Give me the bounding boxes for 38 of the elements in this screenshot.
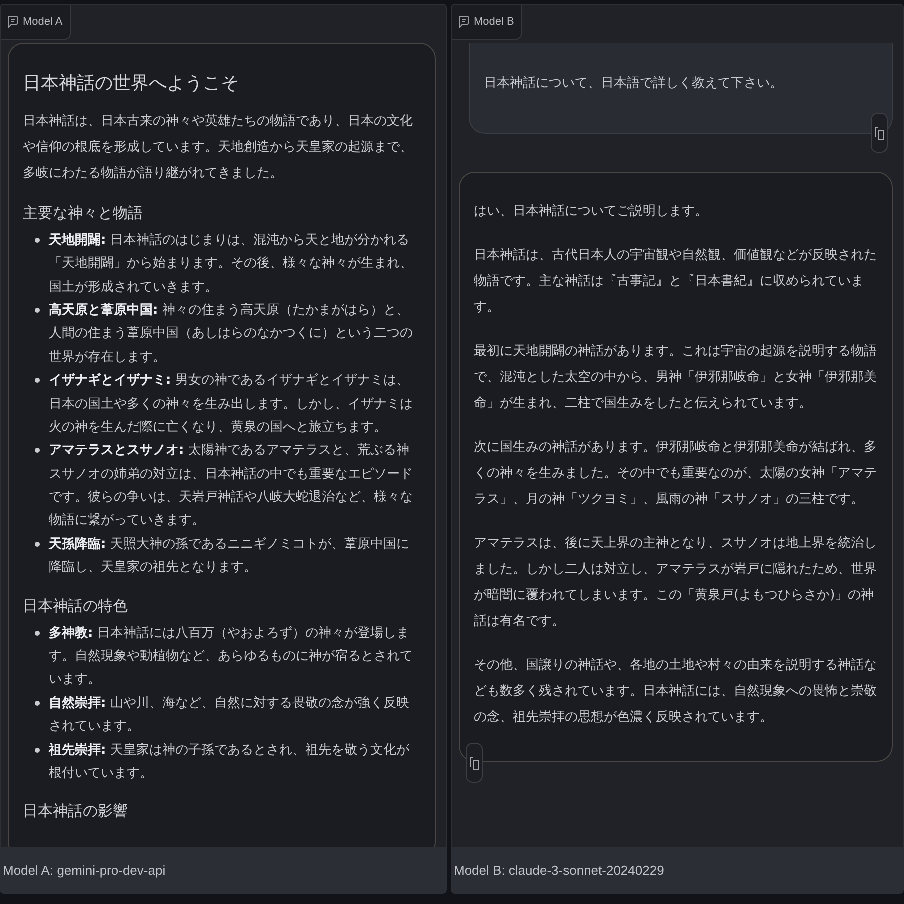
- list-item-text: アマテラスとスサノオ: 太陽神であるアマテラスと、荒ぶる神スサノオの姉弟の対立は、日本神話の中でも重要なエピソードです。彼らの争いは、天岩戸神話や八岐大蛇退治など、様々な物語に繋がっていきます。: [49, 442, 414, 530]
- message-paragraph: 最初に天地開闢の神話があります。これは宇宙の起源を説明する物語で、混沌とした太空の中から、男神「伊邪那岐命」と女神「伊邪那美命」が生まれ、二柱で国生みをしたと伝えられています。: [474, 343, 878, 413]
- message-paragraph: アマテラスは、後に天上界の主神となり、スサノオは地上界を統治しました。しかし二人は対立し、アマテラスが岩戸に隠れたため、世界が暗闇に覆われてしまいます。この「黄泉戸(よもつひらさか)」の神話は有名です。: [474, 535, 878, 631]
- label-text: Model B: [474, 16, 514, 28]
- model-name-text: Model A: gemini-pro-dev-api: [3, 862, 166, 878]
- chat-icon: [459, 16, 469, 28]
- message-heading: 日本神話の世界へようこそ: [23, 72, 240, 96]
- bullet-icon: [35, 308, 40, 313]
- copy-button[interactable]: [871, 113, 888, 153]
- bullet-icon: [35, 700, 40, 706]
- copy-button[interactable]: [466, 743, 483, 783]
- message-paragraph: 日本神話について、日本語で詳しく教えて下さい。: [484, 75, 784, 93]
- message-paragraph: はい、日本神話についてご説明します。: [474, 203, 709, 221]
- list-item-text: 多神教: 日本神話には八百万（やおよろず）の神々が登場します。自然現象や動植物など、あらゆるものに神が宿るとされています。: [49, 624, 414, 690]
- section-heading: 日本神話の特色: [23, 596, 129, 617]
- model-name-text: Model B: claude-3-sonnet-20240229: [454, 862, 664, 878]
- copy-icon: [470, 756, 479, 770]
- bullet-icon: [35, 378, 40, 384]
- copy-icon: [875, 126, 884, 140]
- message-paragraph: 次に国生みの神話があります。伊邪那岐命と伊邪那美命が結ばれ、多くの神々を生みました。その中でも重要なのが、太陽の女神「アマテラス」、月の神「ツクヨミ」、風雨の神「スサノオ」の三柱です。: [474, 439, 878, 509]
- list-item-text: 天孫降臨: 天照大神の孫であるニニギノミコトが、葦原中国に降臨し、天皇家の祖先となります。: [49, 536, 410, 578]
- chat-icon: [8, 16, 18, 28]
- list-item-text: 自然崇拝: 山や川、海など、自然に対する畏敬の念が強く反映されています。: [49, 694, 410, 736]
- message-paragraph: その他、国譲りの神話や、各地の土地や村々の由来を説明する神話なども数多く残されています。日本神話には、自然現象への畏怖と崇敬の念、祖先崇拝の思想が色濃く反映されています。: [474, 657, 878, 727]
- list-item-text: 祖先崇拝: 天皇家は神の子孫であるとされ、祖先を敬う文化が根付いています。: [49, 742, 410, 783]
- list-item-text: 高天原と葦原中国: 神々の住まう高天原（たかまがはら）と、人間の住まう葦原中国（あしはらのなかつくに）という二つの世界が存在します。: [49, 302, 414, 367]
- message-paragraph: 日本神話は、日本古来の神々や英雄たちの物語であり、日本の文化や信仰の根底を形成しています。天地創造から天皇家の起源まで、多岐にわたる物語が語り継がれてきました。: [23, 112, 414, 183]
- list-item-text: イザナギとイザナミ: 男女の神であるイザナギとイザナミは、日本の国土や多くの神々を生み出します。しかし、イザナミは火の神を生んだ際に亡くなり、黄泉の国へと旅立ちます。: [49, 372, 414, 437]
- bullet-icon: [35, 748, 40, 753]
- bullet-icon: [35, 448, 40, 454]
- label-text: Model A: [23, 16, 63, 28]
- message-paragraph: 日本神話は、古代日本人の宇宙観や自然観、価値観などが反映された物語です。主な神話は『古事記』と『日本書紀』に収められています。: [474, 247, 878, 317]
- list-item-text: 天地開闢: 日本神話のはじまりは、混沌から天と地が分かれる「天地開闢」から始まります。その後、様々な神々が生まれ、国土が形成されていきます。: [49, 232, 414, 297]
- section-heading: 主要な神々と物語: [23, 202, 144, 224]
- section-heading: 日本神話の影響: [23, 801, 129, 822]
- bullet-icon: [35, 542, 40, 547]
- bullet-icon: [35, 238, 40, 243]
- bullet-icon: [35, 630, 40, 636]
